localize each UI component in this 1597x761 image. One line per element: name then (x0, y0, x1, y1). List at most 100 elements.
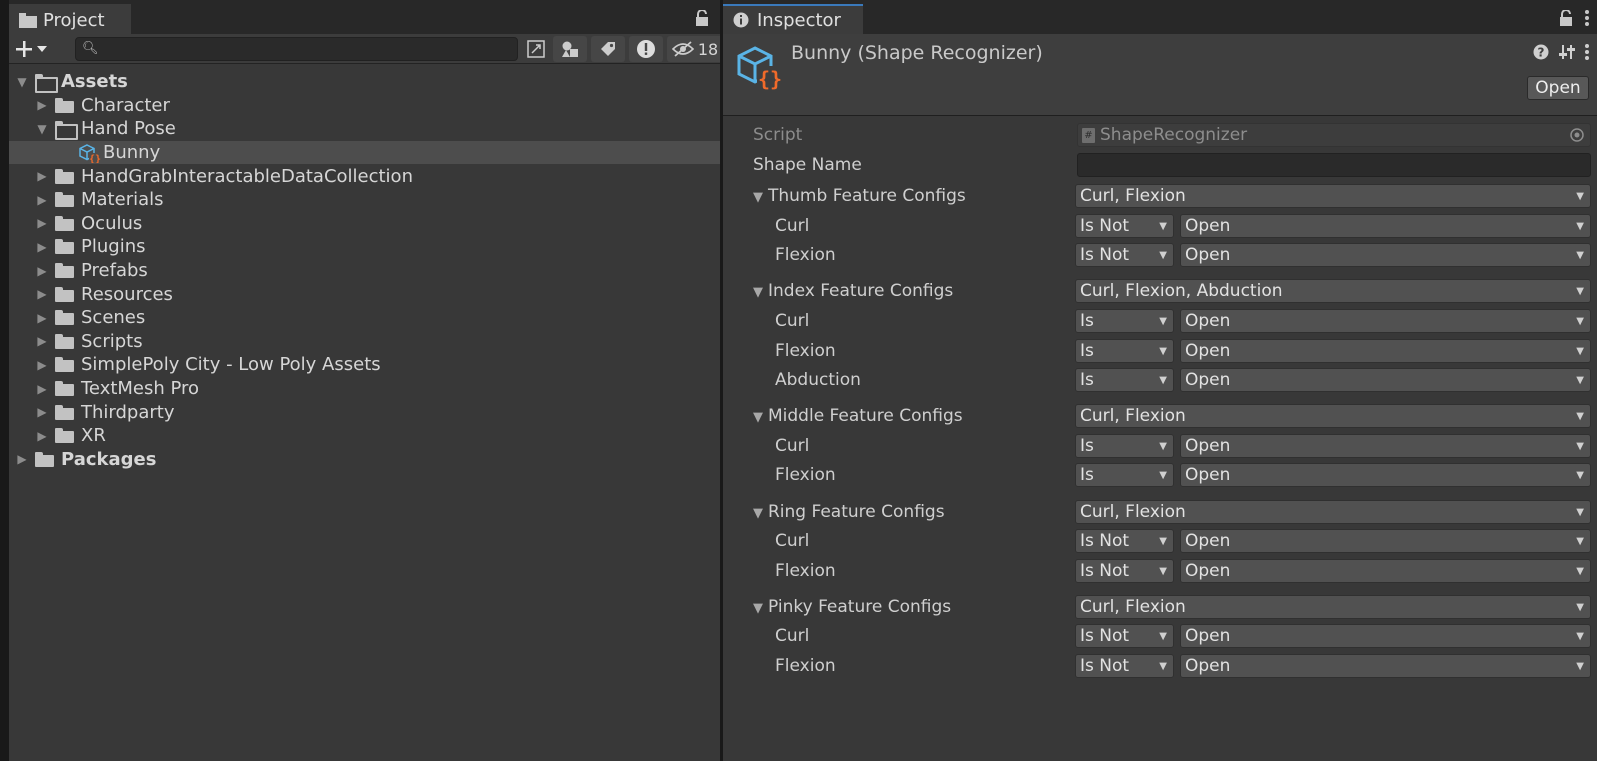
state-dropdown[interactable]: Open ▼ (1180, 624, 1591, 649)
folder-icon (55, 333, 75, 349)
state-dropdown[interactable]: Open ▼ (1180, 463, 1591, 488)
folder-item[interactable]: ▶ XR (9, 424, 733, 448)
search-field[interactable]: 🔍︎ (75, 37, 518, 61)
expand-arrow-right-icon[interactable]: ▶ (35, 334, 49, 348)
feature-config-group: ▼ Pinky Feature Configs Curl, Flexion ▼ (723, 594, 1597, 620)
mode-dropdown[interactable]: Is ▼ (1075, 338, 1174, 363)
tab-project-label: Project (43, 9, 105, 31)
feature-mask-dropdown-value: Curl, Flexion (1080, 406, 1186, 427)
scriptable-object-icon: {} (79, 143, 101, 163)
folder-icon (55, 239, 75, 255)
expand-arrow-down-icon[interactable]: ▼ (35, 122, 49, 136)
tab-inspector[interactable]: Inspector (723, 4, 863, 34)
expand-arrow-right-icon[interactable]: ▶ (35, 287, 49, 301)
folder-item[interactable]: ▶ Scenes (9, 306, 733, 330)
state-dropdown[interactable]: Open ▼ (1180, 338, 1591, 363)
folder-icon (55, 192, 75, 208)
folder-item[interactable]: ▶ Plugins (9, 235, 733, 259)
help-icon[interactable]: ? (1533, 44, 1549, 60)
state-dropdown[interactable]: Open ▼ (1180, 433, 1591, 458)
folder-item[interactable]: ▼ Hand Pose (9, 117, 733, 141)
warning-circle-icon (637, 40, 655, 58)
dropdown-arrow-icon: ▼ (1576, 565, 1584, 577)
expand-arrow-right-icon[interactable]: ▶ (35, 311, 49, 325)
expand-arrow-right-icon[interactable]: ▶ (35, 193, 49, 207)
mode-dropdown[interactable]: Is Not ▼ (1075, 243, 1174, 268)
kebab-menu-icon[interactable] (1585, 10, 1589, 26)
folder-item[interactable]: ▶ Oculus (9, 212, 733, 236)
mode-dropdown[interactable]: Is Not ▼ (1075, 624, 1174, 649)
filter-by-type-button[interactable] (553, 36, 587, 62)
state-dropdown[interactable]: Open ▼ (1180, 558, 1591, 583)
expand-arrow-right-icon[interactable]: ▶ (35, 216, 49, 230)
state-dropdown[interactable]: Open ▼ (1180, 654, 1591, 678)
mode-dropdown[interactable]: Is Not ▼ (1075, 558, 1174, 583)
lock-icon[interactable] (695, 10, 709, 26)
folder-item[interactable]: ▶ Scripts (9, 330, 733, 354)
feature-mask-dropdown[interactable]: Curl, Flexion, Abduction ▼ (1075, 279, 1591, 304)
open-button[interactable]: Open (1527, 76, 1589, 100)
state-dropdown[interactable]: Open ▼ (1180, 368, 1591, 393)
folder-item[interactable]: ▶ Resources (9, 282, 733, 306)
feature-label: Curl (775, 531, 810, 552)
lock-icon[interactable] (1559, 10, 1573, 26)
expand-arrow-right-icon[interactable]: ▶ (35, 429, 49, 443)
asset-item[interactable]: {} Bunny (9, 140, 733, 165)
feature-config-foldout[interactable]: ▼ Ring Feature Configs (753, 502, 945, 522)
feature-config-foldout[interactable]: ▼ Thumb Feature Configs (753, 186, 966, 206)
folder-item[interactable]: ▶ HandGrabInteractableDataCollection (9, 164, 733, 188)
folder-item[interactable]: ▶ SimplePoly City - Low Poly Assets (9, 353, 733, 377)
mode-dropdown[interactable]: Is ▼ (1075, 308, 1174, 333)
filter-by-issues-button[interactable] (629, 36, 663, 62)
feature-config-foldout[interactable]: ▼ Index Feature Configs (753, 281, 953, 301)
expand-arrow-down-icon[interactable]: ▼ (15, 75, 29, 89)
feature-config-foldout[interactable]: ▼ Middle Feature Configs (753, 406, 963, 426)
kebab-menu-icon[interactable] (1585, 44, 1589, 60)
folder-item[interactable]: ▼ Assets (9, 70, 733, 94)
mode-dropdown[interactable]: Is Not ▼ (1075, 529, 1174, 554)
eye-slash-icon (671, 41, 694, 57)
preset-sliders-icon[interactable] (1559, 44, 1575, 60)
feature-label: Flexion (775, 245, 836, 266)
expand-arrow-right-icon[interactable]: ▶ (35, 169, 49, 183)
object-picker-icon[interactable] (1570, 128, 1584, 142)
filter-by-label-button[interactable] (591, 36, 625, 62)
expand-arrow-right-icon[interactable]: ▶ (35, 264, 49, 278)
state-dropdown-value: Open (1185, 310, 1231, 331)
expand-arrow-right-icon[interactable]: ▶ (35, 382, 49, 396)
feature-mask-dropdown[interactable]: Curl, Flexion ▼ (1075, 404, 1591, 429)
state-dropdown[interactable]: Open ▼ (1180, 308, 1591, 333)
state-dropdown[interactable]: Open ▼ (1180, 243, 1591, 268)
expand-arrow-right-icon[interactable]: ▶ (35, 405, 49, 419)
state-dropdown[interactable]: Open ▼ (1180, 213, 1591, 238)
expand-arrow-right-icon[interactable]: ▶ (35, 240, 49, 254)
folder-icon (55, 263, 75, 279)
foldout-arrow-down-icon: ▼ (753, 600, 763, 616)
tree-item-label: TextMesh Pro (81, 378, 200, 400)
feature-config-foldout[interactable]: ▼ Pinky Feature Configs (753, 597, 951, 617)
folder-item[interactable]: ▶ Materials (9, 188, 733, 212)
folder-item[interactable]: ▶ Packages (9, 448, 733, 472)
folder-item[interactable]: ▶ Character (9, 94, 733, 118)
create-button[interactable] (15, 36, 63, 62)
search-by-type-button[interactable] (523, 36, 549, 62)
feature-mask-dropdown[interactable]: Curl, Flexion ▼ (1075, 594, 1591, 619)
mode-dropdown[interactable]: Is ▼ (1075, 433, 1174, 458)
hidden-packages-toggle[interactable]: 18 (667, 36, 723, 62)
feature-mask-dropdown[interactable]: Curl, Flexion ▼ (1075, 184, 1591, 208)
mode-dropdown[interactable]: Is ▼ (1075, 368, 1174, 393)
folder-item[interactable]: ▶ TextMesh Pro (9, 377, 733, 401)
expand-arrow-right-icon[interactable]: ▶ (35, 358, 49, 372)
shape-name-input[interactable] (1077, 153, 1591, 177)
expand-arrow-right-icon[interactable]: ▶ (35, 98, 49, 112)
feature-mask-dropdown[interactable]: Curl, Flexion ▼ (1075, 499, 1591, 524)
mode-dropdown[interactable]: Is ▼ (1075, 463, 1174, 488)
mode-dropdown[interactable]: Is Not ▼ (1075, 654, 1174, 678)
tab-project[interactable]: Project (9, 4, 131, 34)
folder-item[interactable]: ▶ Thirdparty (9, 400, 733, 424)
expand-arrow-right-icon[interactable]: ▶ (15, 452, 29, 466)
state-dropdown[interactable]: Open ▼ (1180, 529, 1591, 554)
search-input[interactable] (100, 38, 500, 60)
mode-dropdown[interactable]: Is Not ▼ (1075, 213, 1174, 238)
folder-item[interactable]: ▶ Prefabs (9, 259, 733, 283)
